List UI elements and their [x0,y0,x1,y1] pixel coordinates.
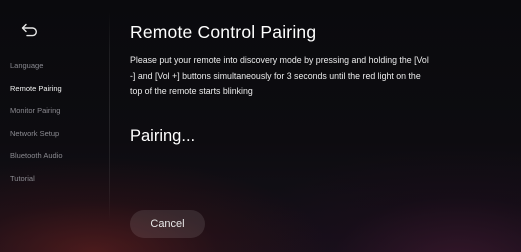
sidebar-item-network-setup[interactable]: Network Setup [10,127,63,150]
sidebar-divider [109,12,110,222]
back-arrow-icon [20,22,42,38]
sidebar-item-bluetooth-audio[interactable]: Bluetooth Audio [10,149,63,172]
sidebar-item-language[interactable]: Language [10,59,63,82]
back-button[interactable] [20,22,42,38]
pairing-status: Pairing... [130,127,196,145]
settings-sidebar: Language Remote Pairing Monitor Pairing … [0,0,110,252]
sidebar-item-tutorial[interactable]: Tutorial [10,172,63,195]
sidebar-item-remote-pairing[interactable]: Remote Pairing [10,82,63,105]
main-panel: Remote Control Pairing Please put your r… [130,0,510,252]
page-title: Remote Control Pairing [130,22,317,42]
pairing-screen: Language Remote Pairing Monitor Pairing … [0,0,521,252]
sidebar-item-monitor-pairing[interactable]: Monitor Pairing [10,104,63,127]
cancel-button[interactable]: Cancel [130,210,205,238]
sidebar-menu: Language Remote Pairing Monitor Pairing … [10,59,63,195]
pairing-instructions: Please put your remote into discovery mo… [130,55,429,97]
